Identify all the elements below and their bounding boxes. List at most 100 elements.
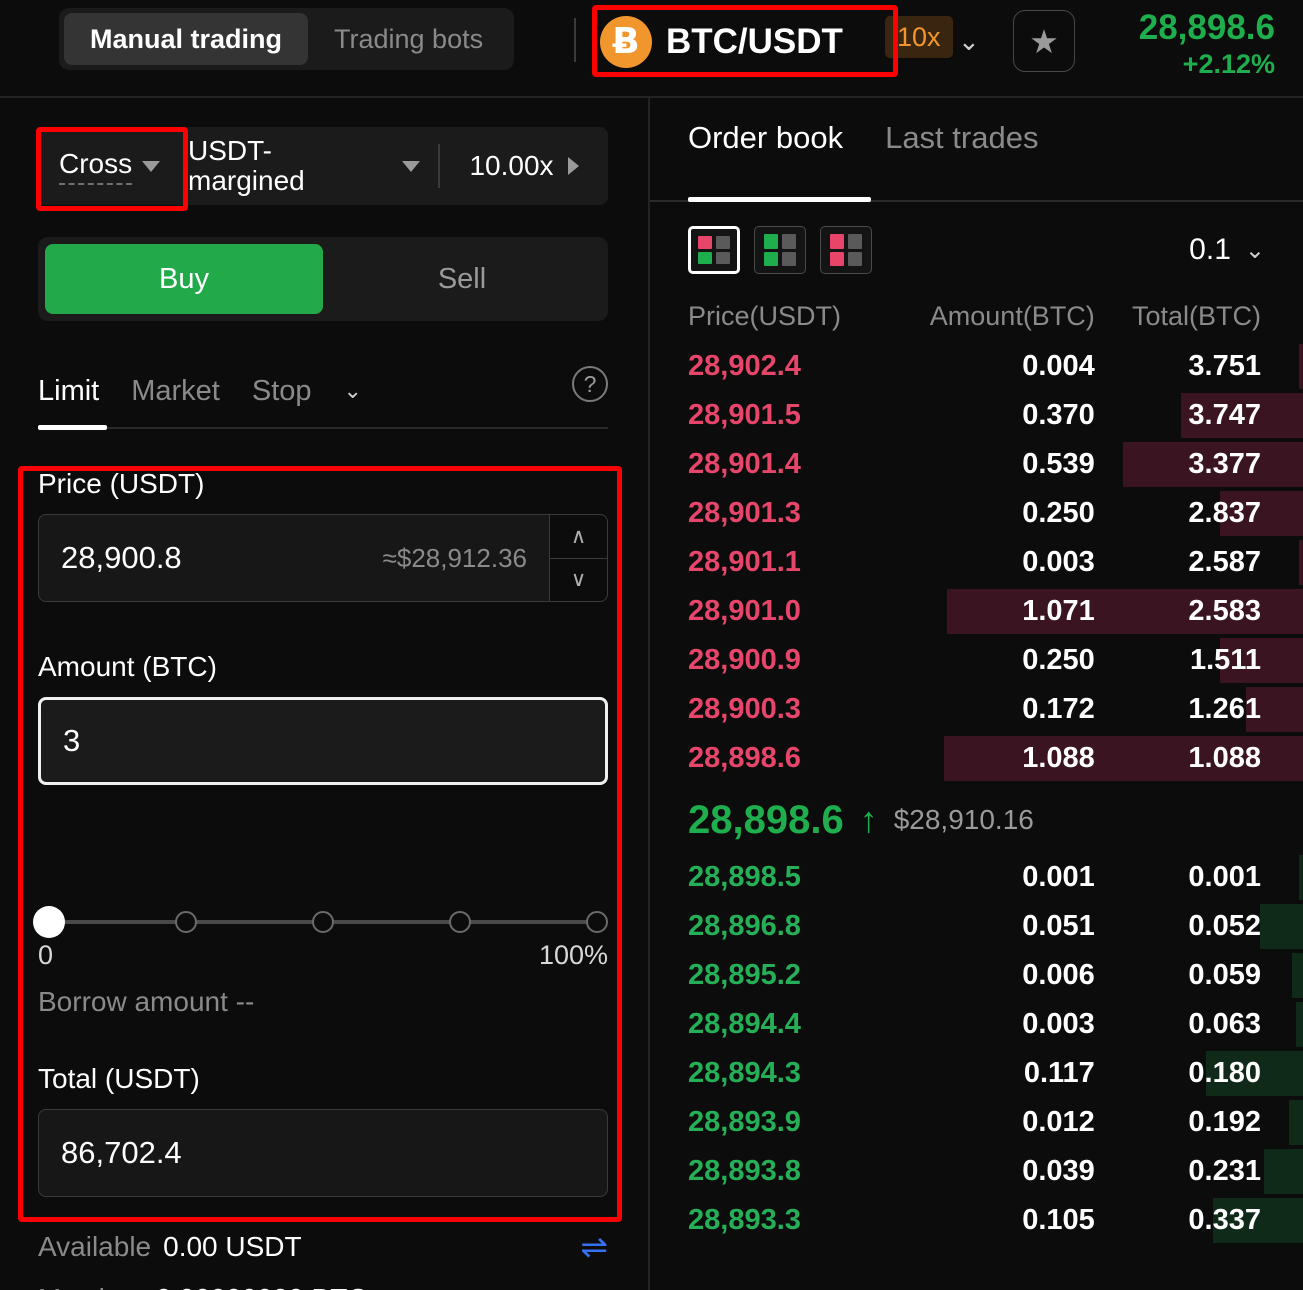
cell-price: 28,893.8	[688, 1155, 801, 1187]
cell-price: 28,894.3	[688, 1057, 801, 1089]
price-value: 28,900.8	[61, 540, 182, 575]
margin-mode-dropdown[interactable]: Cross	[38, 148, 188, 185]
order-book-row[interactable]: 28,893.9 0.012 0.192	[650, 1098, 1303, 1147]
order-book-row[interactable]: 28,895.2 0.006 0.059	[650, 951, 1303, 1000]
order-book-row[interactable]: 28,900.3 0.172 1.261	[650, 685, 1303, 734]
sell-button[interactable]: Sell	[323, 244, 601, 314]
price-step-up-button[interactable]: ∧	[550, 515, 607, 559]
price-input[interactable]: 28,900.8 ≈$28,912.36	[38, 514, 550, 602]
cell-amount: 0.039	[1022, 1155, 1095, 1187]
order-book-row[interactable]: 28,893.3 0.105 0.337	[650, 1196, 1303, 1245]
max-buy-label: Max buy	[38, 1283, 144, 1290]
cell-price: 28,900.9	[688, 644, 801, 676]
cell-amount: 0.370	[1022, 399, 1095, 431]
cell-amount: 0.003	[1022, 1008, 1095, 1040]
order-book-row[interactable]: 28,901.1 0.003 2.587	[650, 538, 1303, 587]
cell-price: 28,898.6	[688, 742, 801, 774]
total-input[interactable]: 86,702.4	[38, 1109, 608, 1197]
price-label: Price (USDT)	[38, 468, 205, 499]
pair-label: BTC/USDT	[666, 22, 843, 61]
margin-type-dropdown[interactable]: USDT-margined	[188, 135, 438, 196]
depth-bar	[1259, 904, 1303, 949]
ticker-change-percent: +2.12%	[1182, 49, 1275, 80]
cell-amount: 1.088	[1022, 742, 1095, 774]
price-step-down-button[interactable]: ∨	[550, 559, 607, 602]
buy-button[interactable]: Buy	[45, 244, 323, 314]
ticker-price-block: 28,898.6 +2.12%	[1139, 8, 1275, 81]
cell-price: 28,901.5	[688, 399, 801, 431]
mode-trading-bots[interactable]: Trading bots	[308, 13, 509, 65]
depth-bar	[1299, 540, 1303, 585]
cell-amount: 0.051	[1022, 910, 1095, 942]
column-header-price: Price(USDT)	[688, 300, 841, 331]
order-book-row[interactable]: 28,901.0 1.071 2.583	[650, 587, 1303, 636]
max-buy-value: 0.00000000 BTC	[156, 1283, 368, 1290]
slider-tick-50[interactable]	[312, 911, 334, 933]
amount-percent-slider[interactable]	[33, 906, 608, 938]
cell-total: 0.180	[1188, 1057, 1261, 1089]
arrow-up-icon: ↑	[859, 799, 878, 840]
cell-total: 1.088	[1188, 742, 1261, 774]
transfer-icon[interactable]: ⇌	[580, 1230, 608, 1263]
order-book-controls: 0.1 ⌄	[688, 222, 1265, 278]
tab-limit[interactable]: Limit	[38, 375, 99, 408]
column-header-total: Total(BTC)	[1131, 300, 1261, 331]
favorite-button[interactable]: ★	[1013, 10, 1075, 72]
leverage-badge: 10x	[885, 16, 953, 58]
slider-tick-25[interactable]	[175, 911, 197, 933]
order-book-row[interactable]: 28,898.6 1.088 1.088	[650, 734, 1303, 783]
borrow-amount-text: Borrow amount --	[38, 986, 255, 1017]
pair-selector[interactable]: Ƀ BTC/USDT	[600, 10, 843, 74]
view-mode-both-icon[interactable]	[688, 226, 740, 274]
cell-price: 28,894.4	[688, 1008, 801, 1040]
amount-input[interactable]: 3	[38, 697, 608, 785]
cell-amount: 0.250	[1022, 497, 1095, 529]
leverage-selector[interactable]: 10.00x	[440, 150, 608, 182]
order-book-row[interactable]: 28,901.4 0.539 3.377	[650, 440, 1303, 489]
tab-last-trades[interactable]: Last trades	[885, 120, 1038, 156]
order-book-row[interactable]: 28,898.5 0.001 0.001	[650, 853, 1303, 902]
help-icon[interactable]: ?	[572, 366, 608, 402]
cell-amount: 0.539	[1022, 448, 1095, 480]
cell-amount: 0.250	[1022, 644, 1095, 676]
chevron-down-icon[interactable]: ⌄	[958, 26, 980, 57]
mode-manual-trading[interactable]: Manual trading	[64, 13, 309, 65]
cell-total: 0.231	[1188, 1155, 1261, 1187]
tab-market[interactable]: Market	[131, 375, 220, 408]
order-book-row[interactable]: 28,901.3 0.250 2.837	[650, 489, 1303, 538]
slider-tick-100[interactable]	[586, 911, 608, 933]
order-book-row[interactable]: 28,901.5 0.370 3.747	[650, 391, 1303, 440]
order-book-row[interactable]: 28,900.9 0.250 1.511	[650, 636, 1303, 685]
cell-amount: 0.001	[1022, 861, 1095, 893]
cell-total: 0.063	[1188, 1008, 1261, 1040]
grouping-selector[interactable]: 0.1 ⌄	[1189, 233, 1265, 267]
cell-total: 0.059	[1188, 959, 1261, 991]
tab-order-book[interactable]: Order book	[688, 120, 843, 156]
price-field-group: Price (USDT) 28,900.8 ≈$28,912.36 ∧ ∨	[38, 468, 608, 602]
available-balance-row: Available 0.00 USDT ⇌	[38, 1230, 608, 1263]
order-book-panel: Order book Last trades 0.1 ⌄ Price(USDT)…	[650, 98, 1303, 1290]
cell-price: 28,901.4	[688, 448, 801, 480]
triangle-right-icon	[567, 157, 579, 175]
order-type-tabs: Limit Market Stop ⌄ ?	[38, 356, 608, 426]
cell-price: 28,901.3	[688, 497, 801, 529]
cell-total: 2.587	[1188, 546, 1261, 578]
order-type-active-indicator	[38, 425, 107, 430]
total-label: Total (USDT)	[38, 1063, 200, 1094]
view-mode-asks-icon[interactable]	[820, 226, 872, 274]
order-book-row[interactable]: 28,893.8 0.039 0.231	[650, 1147, 1303, 1196]
slider-tick-75[interactable]	[449, 911, 471, 933]
slider-handle[interactable]	[33, 906, 65, 938]
amount-label: Amount (BTC)	[38, 651, 217, 682]
cell-amount: 1.071	[1022, 595, 1095, 627]
cell-total: 3.751	[1188, 350, 1261, 382]
order-book-row[interactable]: 28,902.4 0.004 3.751	[650, 342, 1303, 391]
tab-stop[interactable]: Stop	[252, 375, 312, 408]
view-mode-bids-icon[interactable]	[754, 226, 806, 274]
price-approx-usd: ≈$28,912.36	[382, 542, 527, 573]
chevron-down-icon[interactable]: ⌄	[344, 378, 362, 404]
order-book-row[interactable]: 28,894.3 0.117 0.180	[650, 1049, 1303, 1098]
order-book-row[interactable]: 28,894.4 0.003 0.063	[650, 1000, 1303, 1049]
cell-price: 28,902.4	[688, 350, 801, 382]
order-book-row[interactable]: 28,896.8 0.051 0.052	[650, 902, 1303, 951]
